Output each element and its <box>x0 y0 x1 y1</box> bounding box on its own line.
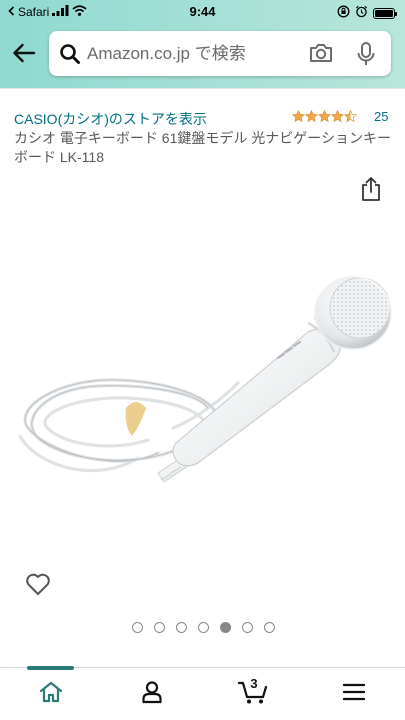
carousel-dot[interactable] <box>264 622 275 633</box>
tab-menu[interactable] <box>329 668 379 720</box>
star-rating <box>292 110 358 123</box>
search-input[interactable] <box>87 39 297 68</box>
battery-icon <box>373 7 397 19</box>
status-bar-right <box>337 5 397 21</box>
tab-cart[interactable]: 3 <box>228 668 278 720</box>
bottom-tab-bar: 3 <box>0 666 405 720</box>
tab-home[interactable] <box>26 668 76 720</box>
microphone-product-illustration <box>18 276 392 483</box>
review-count[interactable]: 25 <box>374 109 388 124</box>
search-box[interactable] <box>49 31 391 76</box>
product-image[interactable] <box>8 268 398 509</box>
carousel-dot[interactable] <box>198 622 209 633</box>
share-icon[interactable] <box>360 176 382 207</box>
tab-account[interactable] <box>127 668 177 720</box>
carousel-dot[interactable] <box>176 622 187 633</box>
camera-icon[interactable] <box>308 42 334 69</box>
orientation-lock-icon <box>337 5 350 21</box>
rating-summary[interactable]: 25 <box>292 109 388 124</box>
store-link[interactable]: CASIO(カシオ)のストアを表示 <box>14 109 207 129</box>
product-title: カシオ 電子キーボード 61鍵盤モデル 光ナビゲーションキーボード LK-118 <box>14 130 391 165</box>
alarm-icon <box>355 5 368 21</box>
home-icon <box>39 681 63 708</box>
hamburger-menu-icon <box>342 683 366 706</box>
header-divider <box>0 88 405 89</box>
carousel-dot[interactable] <box>242 622 253 633</box>
carousel-dot[interactable] <box>132 622 143 633</box>
person-icon <box>141 680 163 709</box>
back-button[interactable] <box>9 40 39 70</box>
status-bar: Safari 9:44 <box>0 0 405 24</box>
header-area: Safari 9:44 <box>0 0 405 88</box>
search-icon <box>59 43 81 70</box>
cart-count-badge: 3 <box>250 676 258 691</box>
arrow-left-icon <box>12 43 36 68</box>
image-carousel-indicator <box>132 622 275 633</box>
microphone-icon[interactable] <box>356 41 376 72</box>
carousel-dot-active[interactable] <box>220 622 231 633</box>
carousel-dot[interactable] <box>154 622 165 633</box>
wishlist-heart-icon[interactable] <box>25 572 51 601</box>
